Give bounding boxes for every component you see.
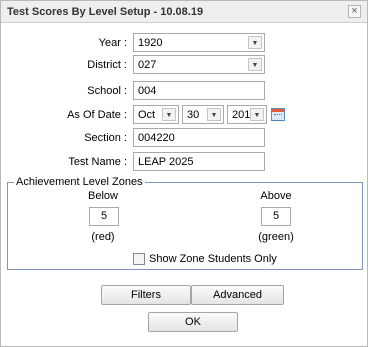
- district-label: District :: [87, 59, 127, 71]
- zones-legend: Achievement Level Zones: [16, 176, 143, 188]
- district-select[interactable]: 027 ▼: [133, 55, 265, 74]
- chevron-down-icon: ▼: [250, 108, 264, 121]
- school-row: School : 004: [1, 81, 367, 101]
- school-label: School :: [87, 85, 127, 97]
- above-label: Above: [260, 190, 292, 202]
- chevron-down-icon: ▼: [162, 108, 176, 121]
- section-row: Section : 004220: [1, 128, 367, 148]
- ok-button[interactable]: OK: [148, 312, 238, 332]
- below-label: Below: [88, 190, 118, 202]
- chevron-down-icon: ▼: [248, 58, 262, 71]
- test-name-row: Test Name : LEAP 2025: [1, 152, 367, 172]
- above-color-label: (green): [258, 231, 294, 243]
- year-value: 1920: [138, 37, 163, 49]
- month-value: Oct: [138, 109, 156, 121]
- as-of-date-row: As Of Date : Oct ▼ 30 ▼ 2019 ▼: [1, 105, 367, 125]
- year-row: Year : 1920 ▼: [1, 33, 367, 53]
- close-icon: ×: [351, 5, 358, 17]
- title-bar[interactable]: Test Scores By Level Setup - 10.08.19 ×: [1, 1, 367, 23]
- section-label: Section :: [84, 132, 127, 144]
- year-select[interactable]: 1920 ▼: [133, 33, 265, 52]
- above-input[interactable]: 5: [261, 207, 291, 226]
- chevron-down-icon: ▼: [248, 36, 262, 49]
- calendar-icon[interactable]: [271, 108, 285, 121]
- below-input[interactable]: 5: [89, 207, 119, 226]
- show-zone-students-label: Show Zone Students Only: [149, 253, 277, 265]
- as-of-date-label: As Of Date :: [67, 109, 127, 121]
- day-value: 30: [187, 109, 200, 121]
- test-name-label: Test Name :: [68, 156, 127, 168]
- day-select[interactable]: 30 ▼: [182, 105, 224, 124]
- test-name-field[interactable]: LEAP 2025: [133, 152, 265, 171]
- section-field[interactable]: 004220: [133, 128, 265, 147]
- filters-button[interactable]: Filters: [101, 285, 191, 305]
- year-label: Year :: [98, 37, 127, 49]
- chevron-down-icon: ▼: [207, 108, 221, 121]
- close-button[interactable]: ×: [348, 5, 361, 18]
- below-color-label: (red): [91, 231, 115, 243]
- setup-dialog: Test Scores By Level Setup - 10.08.19 × …: [0, 0, 368, 347]
- date-year-select[interactable]: 2019 ▼: [227, 105, 267, 124]
- district-value: 027: [138, 59, 157, 71]
- school-field[interactable]: 004: [133, 81, 265, 100]
- dialog-title: Test Scores By Level Setup - 10.08.19: [7, 6, 204, 18]
- advanced-button[interactable]: Advanced: [191, 285, 284, 305]
- district-row: District : 027 ▼: [1, 55, 367, 75]
- show-zone-students-checkbox[interactable]: [133, 253, 145, 265]
- month-select[interactable]: Oct ▼: [133, 105, 179, 124]
